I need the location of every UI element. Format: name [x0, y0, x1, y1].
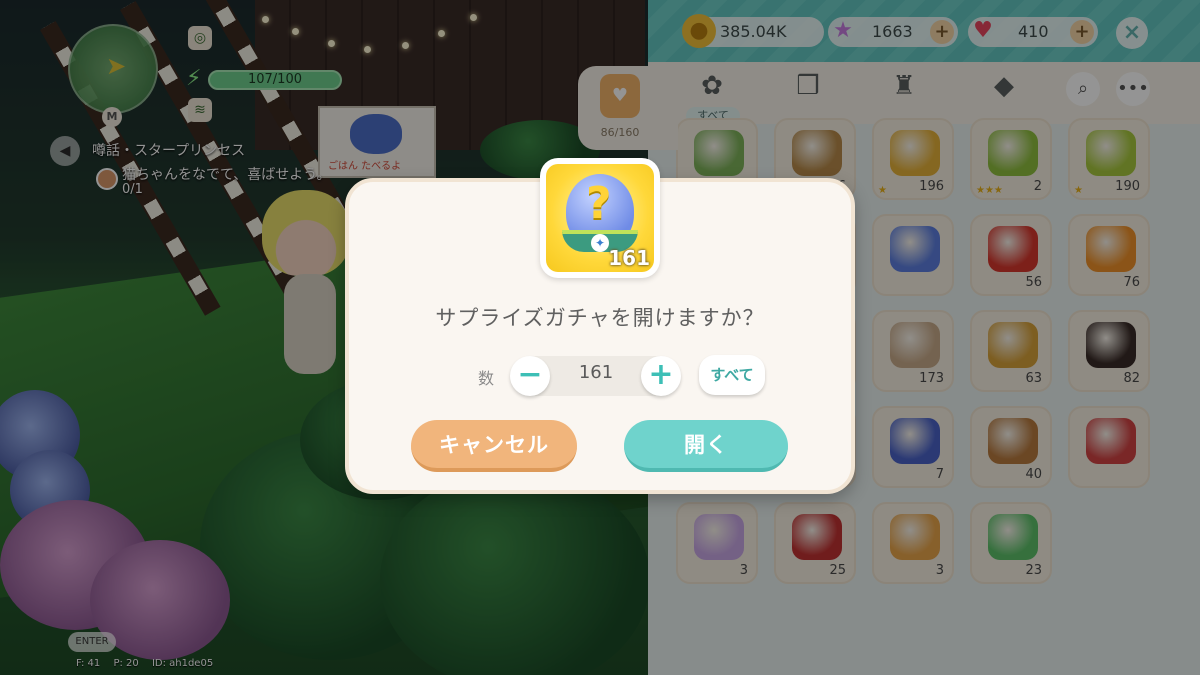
increase-button[interactable]: + [641, 356, 681, 396]
item-count: 161 [608, 246, 650, 270]
question-mark-icon: ? [586, 178, 612, 229]
gacha-item-card: ? ✦ 161 [540, 158, 660, 278]
surprise-gacha-icon: ? ✦ 161 [546, 164, 654, 272]
quantity-label: 数 [478, 369, 495, 388]
cancel-button[interactable]: キャンセル [411, 420, 577, 472]
star-badge-icon: ✦ [591, 234, 609, 252]
open-button[interactable]: 開く [624, 420, 788, 472]
select-all-button[interactable]: すべて [699, 355, 765, 395]
decrease-button[interactable]: − [510, 356, 550, 396]
dialog-question: サプライズガチャを開けますか？ [435, 306, 765, 330]
quantity-value[interactable]: 161 [560, 362, 632, 383]
